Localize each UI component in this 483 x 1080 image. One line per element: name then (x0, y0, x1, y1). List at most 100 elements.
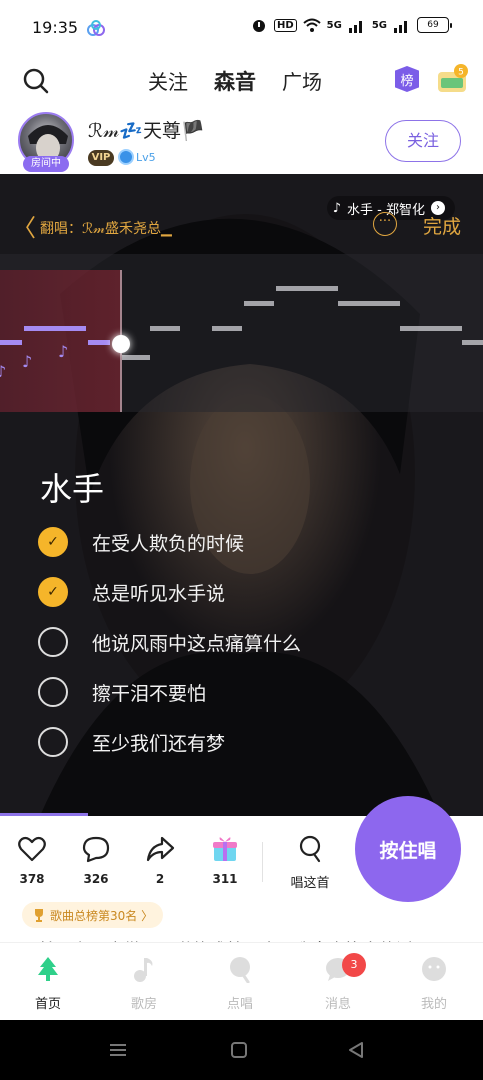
leaderboard-button[interactable]: 榜 (395, 66, 419, 92)
lyric-line[interactable]: 他说风雨中这点痛算什么 (38, 626, 301, 658)
mic-icon (230, 957, 250, 983)
tab-following[interactable]: 关注 (148, 66, 188, 96)
battery-level: 69 (427, 20, 439, 30)
status-icons: HD 5G 5G 69 (250, 16, 452, 34)
tab-senyin[interactable]: 森音 (214, 66, 256, 96)
music-note-icon: ♪ (58, 342, 69, 361)
lyric-text: 在受人欺负的时候 (92, 532, 245, 555)
gift-icon (213, 837, 237, 861)
pitch-bar (212, 326, 242, 331)
share-count: 2 (155, 872, 165, 886)
profile-face-icon (422, 957, 446, 981)
lyric-line[interactable]: ✓ 总是听见水手说 (38, 576, 225, 608)
nav-home[interactable]: 首页 (18, 955, 78, 1012)
pitch-bar (276, 286, 338, 291)
comment-button[interactable]: 326 (76, 834, 116, 886)
lyric-line[interactable]: ✓ 在受人欺负的时候 (38, 526, 244, 558)
lyric-text: 他说风雨中这点痛算什么 (92, 632, 302, 655)
sing-this-button[interactable]: 唱这首 (282, 834, 338, 891)
song-rank-text: 歌曲总榜第30名 〉 (50, 908, 154, 923)
gift-button[interactable]: 311 (205, 834, 245, 886)
nav-messages-label: 消息 (324, 997, 351, 1012)
lyric-text: 至少我们还有梦 (92, 732, 226, 755)
share-icon (146, 836, 175, 862)
pitch-bar (0, 340, 22, 345)
signal-1-icon (348, 21, 362, 33)
tree-home-icon (38, 957, 58, 981)
unchecked-circle-icon (38, 627, 68, 657)
signal-2-label: 5G (371, 19, 387, 31)
cover-artist[interactable]: 翻唱：ℛ𝓂盛禾尧总▁ (40, 218, 172, 238)
nav-request-label: 点唱 (226, 997, 253, 1012)
pitch-bar (462, 340, 483, 345)
level-badge: Lv5 (118, 149, 156, 165)
signal-2-icon (394, 21, 407, 33)
coin-count: 5 (458, 68, 464, 78)
pitch-bar (338, 301, 400, 306)
nav-request[interactable]: 点唱 (210, 955, 270, 1012)
gift-count: 311 (212, 872, 238, 886)
music-note-icon: ♪ (22, 352, 33, 371)
system-nav-bar (0, 1020, 483, 1080)
nav-profile[interactable]: 我的 (404, 955, 464, 1012)
lyric-line[interactable]: 擦干泪不要怕 (38, 676, 206, 708)
signal-1-label: 5G (326, 19, 342, 31)
bottom-nav: 首页 歌房 点唱 3 消息 我的 (0, 942, 483, 1020)
pitch-bar (150, 326, 180, 331)
wifi-icon (302, 18, 321, 32)
song-rank-chip[interactable]: 歌曲总榜第30名 〉 (22, 902, 164, 928)
mic-icon (299, 835, 321, 863)
music-note-icon: ♪ (0, 362, 7, 381)
pitch-bar (122, 355, 150, 360)
level-text: Lv5 (136, 150, 156, 164)
unchecked-circle-icon (38, 727, 68, 757)
username[interactable]: ℛ𝓂💤天尊🏴 (88, 116, 205, 143)
heart-icon (18, 836, 46, 862)
pitch-bar (88, 340, 110, 345)
in-room-tag: 房间中 (23, 156, 69, 172)
music-note-icon (134, 958, 153, 982)
action-row: 378 326 2 311 唱这首 按住唱 歌曲总榜第30名 〉 哪怕只有一点微… (0, 796, 483, 958)
nav-tabs: 关注 森音 广场 (148, 66, 322, 96)
like-button[interactable]: 378 (12, 834, 52, 886)
message-count-badge: 3 (342, 953, 366, 977)
app-notification-icon (87, 20, 105, 36)
check-icon: ✓ (38, 527, 68, 557)
unchecked-circle-icon (38, 677, 68, 707)
check-icon: ✓ (38, 577, 68, 607)
back-triangle-icon[interactable] (346, 1040, 366, 1060)
alarm-icon (252, 20, 265, 32)
back-icon[interactable]: 〈 (12, 208, 36, 243)
song-title: 水手 (40, 470, 105, 508)
karaoke-stage: 〈 翻唱：ℛ𝓂盛禾尧总▁ ♪ 水手 - 郑智化 › ··· 完成 ♪ ♪ ♪ 水… (0, 174, 483, 816)
comment-count: 326 (83, 872, 109, 886)
nav-profile-label: 我的 (420, 997, 447, 1012)
vip-badge: VIP (88, 150, 114, 166)
more-icon[interactable]: ··· (373, 212, 397, 236)
menu-icon[interactable] (108, 1040, 128, 1060)
nav-song-room[interactable]: 歌房 (114, 955, 174, 1012)
follow-button[interactable]: 关注 (385, 120, 461, 162)
done-button[interactable]: 完成 (423, 212, 461, 239)
music-note-icon: ♪ (332, 200, 342, 216)
divider (262, 842, 263, 882)
comment-icon (82, 836, 110, 863)
pitch-bar (24, 326, 86, 331)
nav-messages[interactable]: 3 消息 (308, 953, 368, 1012)
stage-header: 〈 翻唱：ℛ𝓂盛禾尧总▁ ♪ 水手 - 郑智化 › ··· 完成 (0, 174, 483, 254)
pitch-track: ♪ ♪ ♪ (0, 254, 483, 412)
hold-to-sing-button[interactable]: 按住唱 (355, 796, 461, 902)
nav-home-label: 首页 (34, 997, 61, 1012)
search-icon[interactable] (22, 67, 50, 95)
lyric-text: 总是听见水手说 (92, 582, 226, 605)
lyric-line[interactable]: 至少我们还有梦 (38, 726, 225, 758)
lyric-text: 擦干泪不要怕 (92, 682, 207, 705)
share-button[interactable]: 2 (140, 834, 180, 886)
home-square-icon[interactable] (229, 1040, 249, 1060)
tab-square[interactable]: 广场 (282, 66, 322, 96)
coin-reward-icon[interactable]: 5 (435, 62, 471, 96)
level-icon (118, 149, 134, 165)
status-time: 19:35 (32, 18, 79, 37)
battery-icon: 69 (417, 17, 452, 33)
pitch-indicator (112, 335, 130, 353)
